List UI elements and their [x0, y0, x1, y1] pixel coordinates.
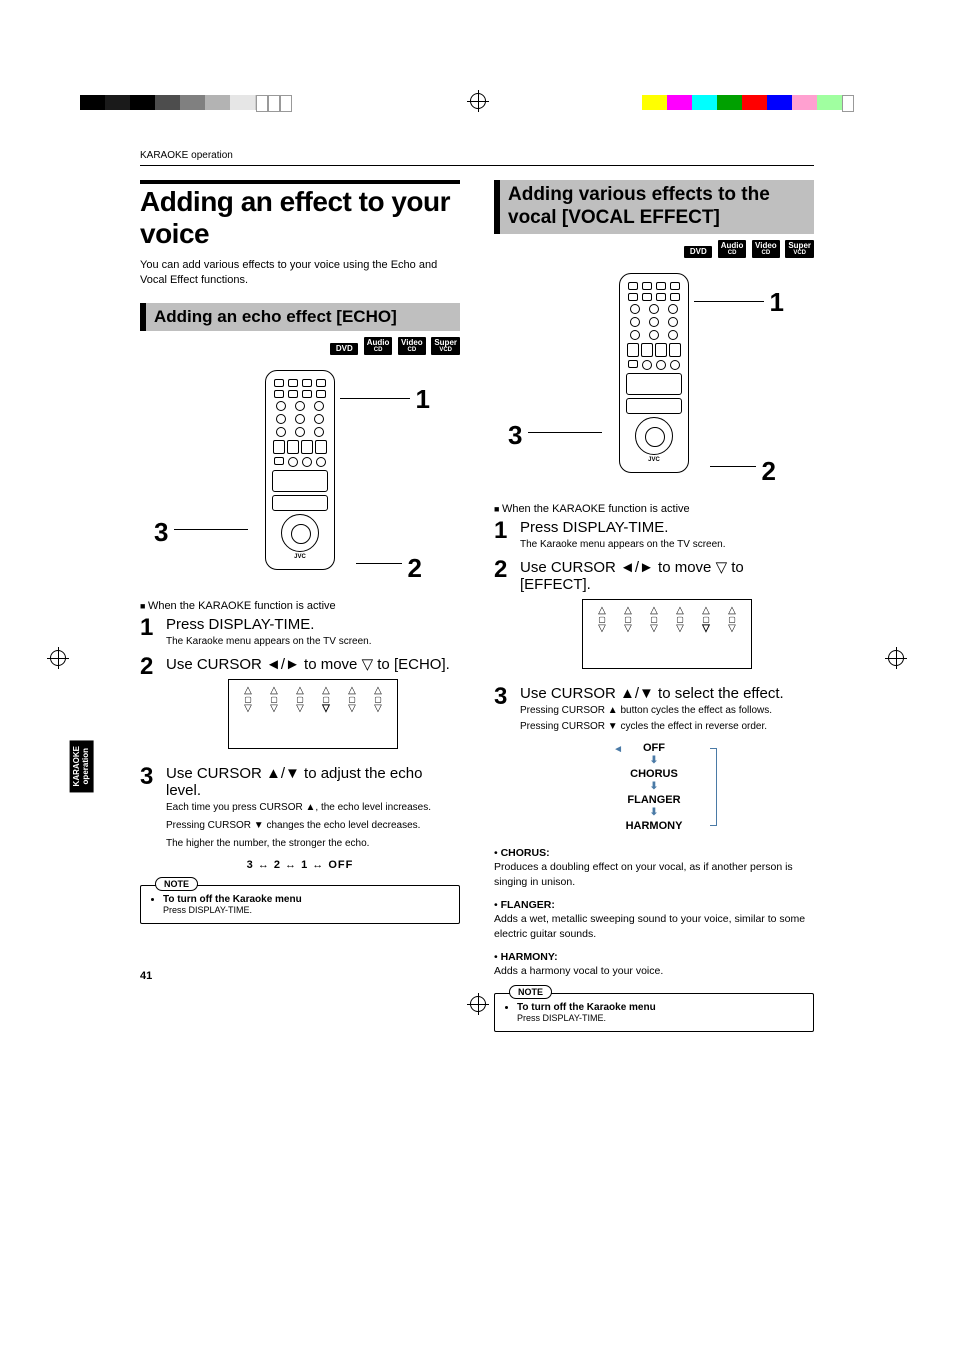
vocal-condition: When the KARAOKE function is active: [494, 503, 814, 515]
vocal-step-2: 2 Use CURSOR ◄/► to move ▽ to [EFFECT]. …: [494, 558, 814, 679]
page-number: 41: [140, 970, 152, 982]
step-body-text: Each time you press CURSOR ▲, the echo l…: [166, 801, 460, 815]
badge-video-cd: VideoCD: [398, 337, 426, 355]
echo-remote-diagram: JVC 1 2 3: [140, 360, 460, 590]
side-tab: KARAOKE operation: [70, 740, 94, 792]
vocal-disc-badges: DVD AudioCD VideoCD SuperVCD: [494, 240, 814, 259]
remote-icon: JVC: [265, 370, 335, 570]
intro-text: You can add various effects to your voic…: [140, 258, 460, 289]
step-head: Use CURSOR ◄/► to move ▽ to [ECHO].: [166, 655, 460, 673]
registration-mark-top: [470, 93, 486, 109]
badge-super-vcd: SuperVCD: [431, 337, 460, 355]
annot-1: 1: [770, 287, 784, 318]
step-head: Use CURSOR ▲/▼ to select the effect.: [520, 685, 814, 702]
menu-item-icon: △▢▽: [646, 606, 662, 628]
def-desc: Adds a harmony vocal to your voice.: [494, 965, 663, 977]
echo-disc-badges: DVD AudioCD VideoCD SuperVCD: [140, 337, 460, 356]
vocal-step-3: 3 Use CURSOR ▲/▼ to select the effect. P…: [494, 685, 814, 734]
step-head: Use CURSOR ◄/► to move ▽ to [EFFECT].: [520, 558, 814, 593]
registration-mark-bottom: [470, 996, 486, 1012]
breadcrumb: KARAOKE operation: [140, 150, 884, 161]
echo-note: NOTE To turn off the Karaoke menu Press …: [140, 885, 460, 924]
cycle-item: CHORUS: [599, 768, 709, 780]
echo-heading: Adding an echo effect [ECHO]: [140, 303, 460, 331]
badge-audio-cd: AudioCD: [718, 240, 747, 258]
effect-definitions: CHORUS: Produces a doubling effect on yo…: [494, 846, 814, 980]
badge-dvd: DVD: [684, 246, 712, 258]
badge-dvd: DVD: [330, 343, 358, 355]
vocal-step-1: 1 Press DISPLAY-TIME. The Karaoke menu a…: [494, 519, 814, 552]
menu-item-icon: △▢▽: [724, 606, 740, 628]
annot-3: 3: [508, 420, 522, 451]
step-head: Press DISPLAY-TIME.: [166, 616, 460, 633]
step-body-text: The higher the number, the stronger the …: [166, 837, 460, 851]
step-head: Press DISPLAY-TIME.: [520, 519, 814, 536]
effect-cycle-diagram: ◄ OFF ⬇ CHORUS ⬇ FLANGER ⬇ HARMONY: [599, 742, 709, 832]
note-body: Press DISPLAY-TIME.: [517, 1013, 803, 1023]
step-number: 3: [140, 765, 158, 851]
def-desc: Adds a wet, metallic sweeping sound to y…: [494, 913, 805, 940]
cycle-item: HARMONY: [599, 820, 709, 832]
menu-item-icon: △▢▽: [620, 606, 636, 628]
remote-brand-label: JVC: [626, 457, 682, 463]
right-column: Adding various effects to the vocal [VOC…: [494, 180, 814, 1032]
badge-video-cd: VideoCD: [752, 240, 780, 258]
annot-2: 2: [408, 553, 422, 584]
registration-mark-right: [888, 650, 904, 666]
step-number: 2: [140, 655, 158, 759]
def-term: HARMONY:: [501, 951, 558, 963]
badge-audio-cd: AudioCD: [364, 337, 393, 355]
menu-item-icon: △▢▽: [698, 606, 714, 628]
annot-1: 1: [416, 384, 430, 415]
echo-step-3: 3 Use CURSOR ▲/▼ to adjust the echo leve…: [140, 765, 460, 851]
echo-step-1: 1 Press DISPLAY-TIME. The Karaoke menu a…: [140, 616, 460, 649]
def-term: CHORUS:: [501, 847, 550, 859]
step-body-text: Pressing CURSOR ▼ changes the echo level…: [166, 819, 460, 833]
remote-icon: JVC: [619, 273, 689, 473]
step-head: Use CURSOR ▲/▼ to adjust the echo level.: [166, 765, 460, 799]
step-body-text: Pressing CURSOR ▲ button cycles the effe…: [520, 704, 814, 718]
echo-condition: When the KARAOKE function is active: [140, 600, 460, 612]
header-rule: [140, 165, 814, 166]
step-body-text: Pressing CURSOR ▼ cycles the effect in r…: [520, 720, 814, 734]
left-column: Adding an effect to your voice You can a…: [140, 180, 460, 1032]
page-title: Adding an effect to your voice: [140, 186, 460, 250]
step-number: 1: [494, 519, 512, 552]
note-label: NOTE: [509, 985, 552, 999]
menu-item-icon: △▢▽: [672, 606, 688, 628]
note-body: Press DISPLAY-TIME.: [163, 905, 449, 915]
menu-item-icon: △▢▽: [318, 686, 334, 708]
step-number: 3: [494, 685, 512, 734]
step-number: 2: [494, 558, 512, 679]
registration-mark-left: [50, 650, 66, 666]
note-title: To turn off the Karaoke menu: [517, 1002, 656, 1013]
def-desc: Produces a doubling effect on your vocal…: [494, 861, 793, 888]
vocal-remote-diagram: JVC 1 2 3: [494, 263, 814, 493]
cycle-item: FLANGER: [599, 794, 709, 806]
annot-3: 3: [154, 517, 168, 548]
menu-item-icon: △▢▽: [594, 606, 610, 628]
echo-level-sequence: 3 ↔ 2 ↔ 1 ↔ OFF: [140, 859, 460, 871]
step-body-text: The Karaoke menu appears on the TV scree…: [520, 538, 814, 552]
note-title: To turn off the Karaoke menu: [163, 894, 302, 905]
step-number: 1: [140, 616, 158, 649]
menu-item-icon: △▢▽: [240, 686, 256, 708]
menu-item-icon: △▢▽: [266, 686, 282, 708]
menu-item-icon: △▢▽: [370, 686, 386, 708]
vocal-note: NOTE To turn off the Karaoke menu Press …: [494, 993, 814, 1032]
menu-item-icon: △▢▽: [344, 686, 360, 708]
tv-screen-echo: △▢▽ △▢▽ △▢▽ △▢▽ △▢▽ △▢▽: [228, 679, 398, 749]
step-body-text: The Karaoke menu appears on the TV scree…: [166, 635, 460, 649]
vocal-heading: Adding various effects to the vocal [VOC…: [494, 180, 814, 234]
def-term: FLANGER:: [501, 899, 555, 911]
badge-super-vcd: SuperVCD: [785, 240, 814, 258]
remote-brand-label: JVC: [272, 554, 328, 560]
note-label: NOTE: [155, 877, 198, 891]
echo-step-2: 2 Use CURSOR ◄/► to move ▽ to [ECHO]. △▢…: [140, 655, 460, 759]
tv-screen-effect: △▢▽ △▢▽ △▢▽ △▢▽ △▢▽ △▢▽: [582, 599, 752, 669]
annot-2: 2: [762, 456, 776, 487]
menu-item-icon: △▢▽: [292, 686, 308, 708]
